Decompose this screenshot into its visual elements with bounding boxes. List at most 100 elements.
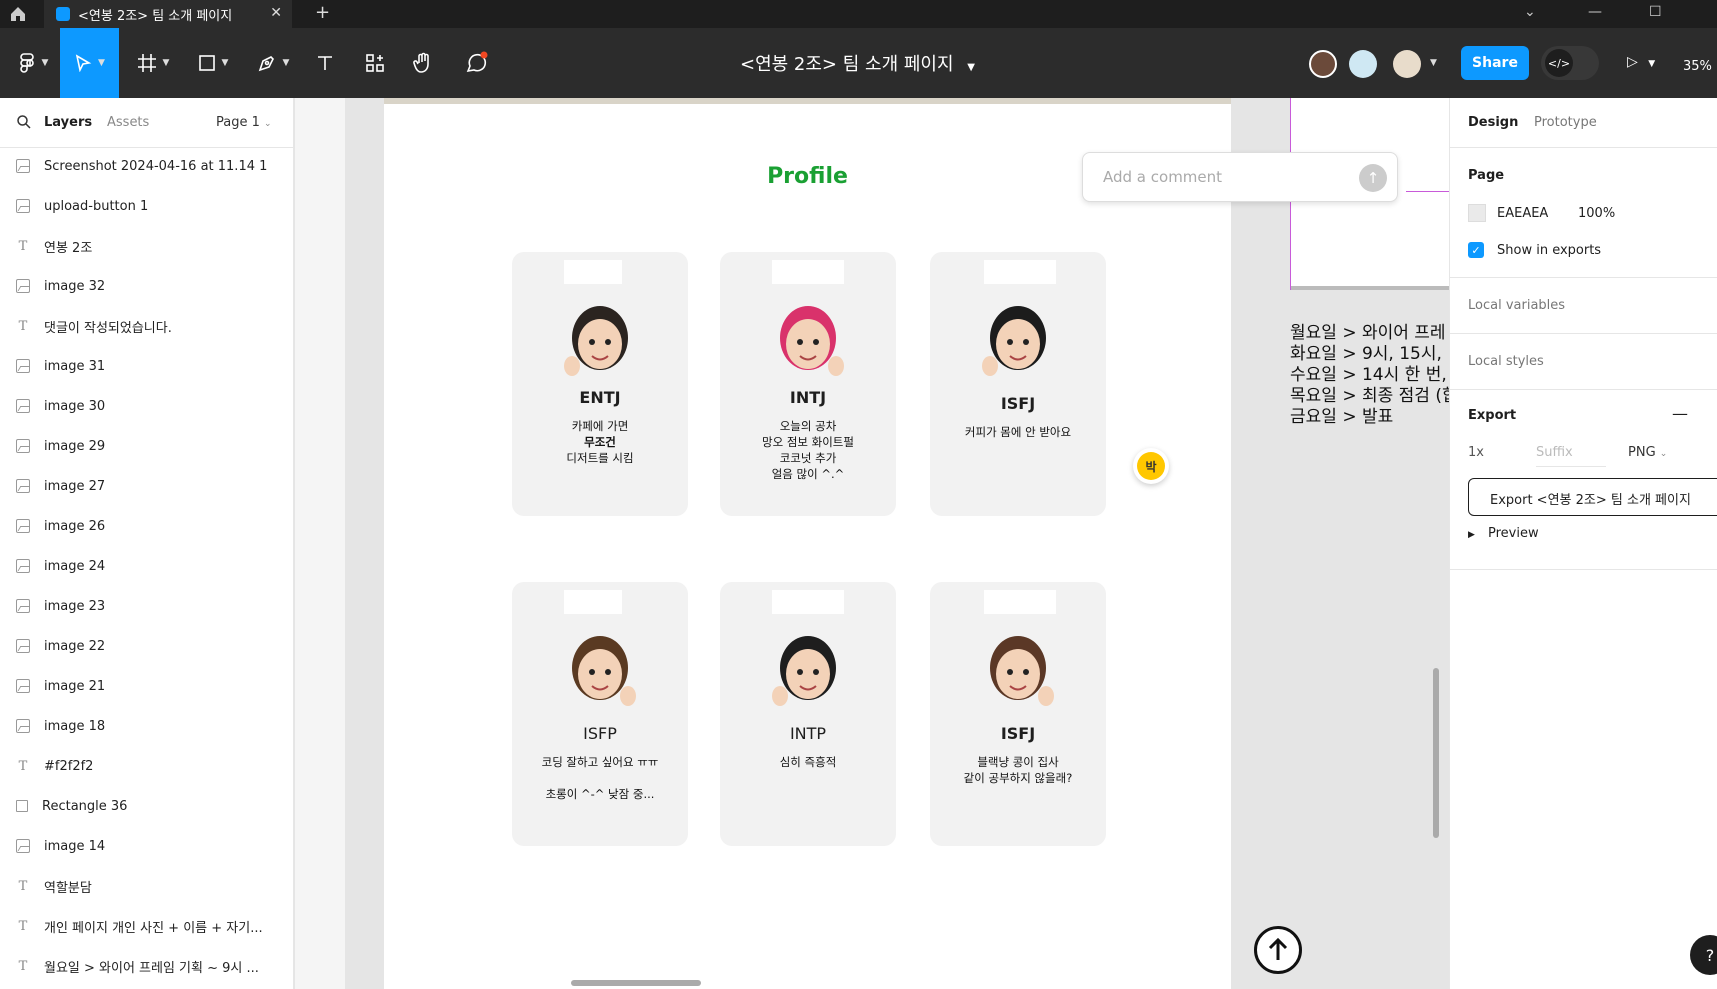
- layer-item[interactable]: T 댓글이 작성되었습니다.: [0, 311, 294, 341]
- layer-item[interactable]: image 30: [0, 391, 294, 421]
- arrow-up-icon: [1268, 937, 1288, 960]
- local-variables-section[interactable]: Local variables: [1450, 278, 1717, 334]
- local-styles-section[interactable]: Local styles: [1450, 334, 1717, 390]
- page-color-swatch[interactable]: [1468, 204, 1486, 222]
- profile-card[interactable]: INTP 심히 즉흥적: [720, 582, 896, 846]
- maximize-icon[interactable]: ☐: [1649, 4, 1662, 20]
- text-icon: T: [18, 318, 28, 334]
- profile-description: 코딩 잘하고 싶어요 ㅠㅠ 초롱이 ^-^ 낮잠 중...: [512, 754, 688, 802]
- comment-composer[interactable]: Add a comment ↑: [1082, 152, 1398, 202]
- horizontal-scrollbar[interactable]: [571, 980, 701, 986]
- right-panel-tabs: Design Prototype: [1450, 98, 1717, 148]
- chevron-down-icon[interactable]: ▼: [1430, 58, 1437, 68]
- export-format-select[interactable]: PNG ⌄: [1628, 445, 1667, 460]
- move-tool-button[interactable]: ▼: [60, 28, 119, 98]
- layer-item[interactable]: image 23: [0, 591, 294, 621]
- tab-assets[interactable]: Assets: [107, 115, 149, 130]
- present-button[interactable]: ▷ ▼: [1627, 54, 1655, 70]
- layer-item[interactable]: image 24: [0, 551, 294, 581]
- layer-item[interactable]: image 32: [0, 271, 294, 301]
- page-selector[interactable]: Page 1 ⌄: [216, 115, 272, 130]
- profile-description: 심히 즉흥적: [720, 754, 896, 770]
- close-tab-icon[interactable]: ✕: [270, 5, 282, 21]
- layer-label: image 23: [44, 598, 106, 614]
- profile-card[interactable]: ENTJ 카페에 가면 무조건 디저트를 시킴: [512, 252, 688, 516]
- layer-item[interactable]: image 14: [0, 831, 294, 861]
- zoom-level[interactable]: 35%: [1683, 59, 1712, 74]
- text-tool-button[interactable]: [310, 28, 340, 98]
- profile-card[interactable]: ISFP 코딩 잘하고 싶어요 ㅠㅠ 초롱이 ^-^ 낮잠 중...: [512, 582, 688, 846]
- chevron-down-icon[interactable]: ⌄: [1524, 4, 1536, 20]
- export-suffix-input[interactable]: Suffix: [1536, 445, 1606, 467]
- layer-label: image 27: [44, 478, 106, 494]
- comment-pin[interactable]: 박: [1133, 448, 1169, 484]
- description-line: 커피가 몸에 안 받아요: [964, 425, 1072, 439]
- export-scale[interactable]: 1x: [1468, 445, 1484, 460]
- local-styles-label: Local styles: [1468, 354, 1544, 369]
- send-comment-icon[interactable]: ↑: [1359, 164, 1387, 192]
- shape-tool-button[interactable]: ▼: [190, 28, 236, 98]
- avatar[interactable]: [1393, 50, 1421, 78]
- dev-mode-toggle[interactable]: </>: [1541, 46, 1599, 80]
- share-button[interactable]: Share: [1461, 46, 1529, 80]
- remove-export-icon[interactable]: —: [1672, 404, 1688, 423]
- hand-tool-button[interactable]: [408, 28, 438, 98]
- tab-layers[interactable]: Layers: [44, 115, 92, 130]
- new-tab-button[interactable]: +: [315, 2, 330, 23]
- profile-card[interactable]: ISFJ 커피가 몸에 안 받아요: [930, 252, 1106, 516]
- pen-tool-button[interactable]: ▼: [250, 28, 296, 98]
- profile-card[interactable]: INTJ 오늘의 공차 망오 점보 화이트펄 코코넛 추가 얼음 많이 ^.^: [720, 252, 896, 516]
- layer-item[interactable]: image 29: [0, 431, 294, 461]
- avatar[interactable]: [1309, 50, 1337, 78]
- layer-item[interactable]: T 개인 페이지 개인 사진 + 이름 + 자기...: [0, 911, 294, 941]
- vertical-scrollbar[interactable]: [1433, 668, 1439, 838]
- comment-input[interactable]: Add a comment: [1103, 168, 1222, 186]
- layer-item[interactable]: T 연봉 2조: [0, 231, 294, 261]
- play-icon: ▷: [1627, 54, 1638, 70]
- file-tab-title: <연봉 2조> 팀 소개 페이지: [78, 8, 233, 24]
- layer-item[interactable]: image 22: [0, 631, 294, 661]
- layer-item[interactable]: upload-button 1: [0, 191, 294, 221]
- layer-item[interactable]: Screenshot 2024-04-16 at 11.14 1: [0, 151, 294, 181]
- preview-toggle[interactable]: Preview: [1488, 526, 1539, 541]
- tab-prototype[interactable]: Prototype: [1534, 115, 1597, 130]
- layer-item[interactable]: image 21: [0, 671, 294, 701]
- resources-button[interactable]: [360, 28, 390, 98]
- comment-tool-button[interactable]: [458, 28, 494, 98]
- layer-item[interactable]: T 역할분담: [0, 871, 294, 901]
- layer-item[interactable]: image 31: [0, 351, 294, 381]
- show-in-exports-label: Show in exports: [1497, 243, 1602, 258]
- document-title-menu[interactable]: <연봉 2조> 팀 소개 페이지 ▼: [740, 50, 975, 76]
- layer-item[interactable]: image 27: [0, 471, 294, 501]
- tab-design[interactable]: Design: [1468, 115, 1518, 130]
- layer-item[interactable]: image 18: [0, 711, 294, 741]
- triangle-right-icon[interactable]: ▶: [1468, 530, 1475, 540]
- layer-item[interactable]: T #f2f2f2: [0, 751, 294, 781]
- page-opacity-value[interactable]: 100%: [1578, 206, 1615, 221]
- image-icon: [16, 639, 30, 653]
- layer-item[interactable]: T 월요일 > 와이어 프레임 기획 ~ 9시 ...: [0, 951, 294, 981]
- export-button[interactable]: Export <연봉 2조> 팀 소개 페이지: [1468, 478, 1717, 516]
- layer-item[interactable]: Rectangle 36: [0, 791, 294, 821]
- search-icon[interactable]: [16, 114, 32, 130]
- profile-card[interactable]: ISFJ 블랙냥 콩이 집사 같이 공부하지 않을래?: [930, 582, 1106, 846]
- export-section-title: Export: [1468, 408, 1517, 423]
- page-color-value[interactable]: EAEAEA: [1497, 206, 1548, 221]
- image-icon: [16, 279, 30, 293]
- schedule-line: 금요일 > 발표: [1290, 407, 1394, 427]
- canvas[interactable]: Profile ENTJ 카페에 가면 무조건 디저트를 시킴 INTJ 오늘의 공차 망오…: [295, 98, 1449, 989]
- layer-label: image 14: [44, 838, 106, 854]
- image-icon: [16, 719, 30, 733]
- home-icon[interactable]: [8, 4, 28, 24]
- scroll-to-top-button[interactable]: [1254, 926, 1302, 974]
- frame-tool-button[interactable]: ▼: [130, 28, 176, 98]
- show-in-exports-checkbox[interactable]: ✓: [1468, 242, 1484, 258]
- main-menu-button[interactable]: ▼: [10, 28, 56, 98]
- minimize-icon[interactable]: —: [1588, 4, 1602, 20]
- profile-frame[interactable]: Profile ENTJ 카페에 가면 무조건 디저트를 시킴 INTJ 오늘의 공차 망오…: [384, 98, 1302, 989]
- layer-item[interactable]: image 26: [0, 511, 294, 541]
- avatar[interactable]: [1349, 50, 1377, 78]
- cursor-icon: [75, 54, 92, 72]
- schedule-text[interactable]: 월요일 > 와이어 프레 화요일 > 9시, 15시, 1 수요일 > 14시 한 …: [1290, 323, 1449, 428]
- file-tab[interactable]: <연봉 2조> 팀 소개 페이지 ✕: [44, 0, 292, 28]
